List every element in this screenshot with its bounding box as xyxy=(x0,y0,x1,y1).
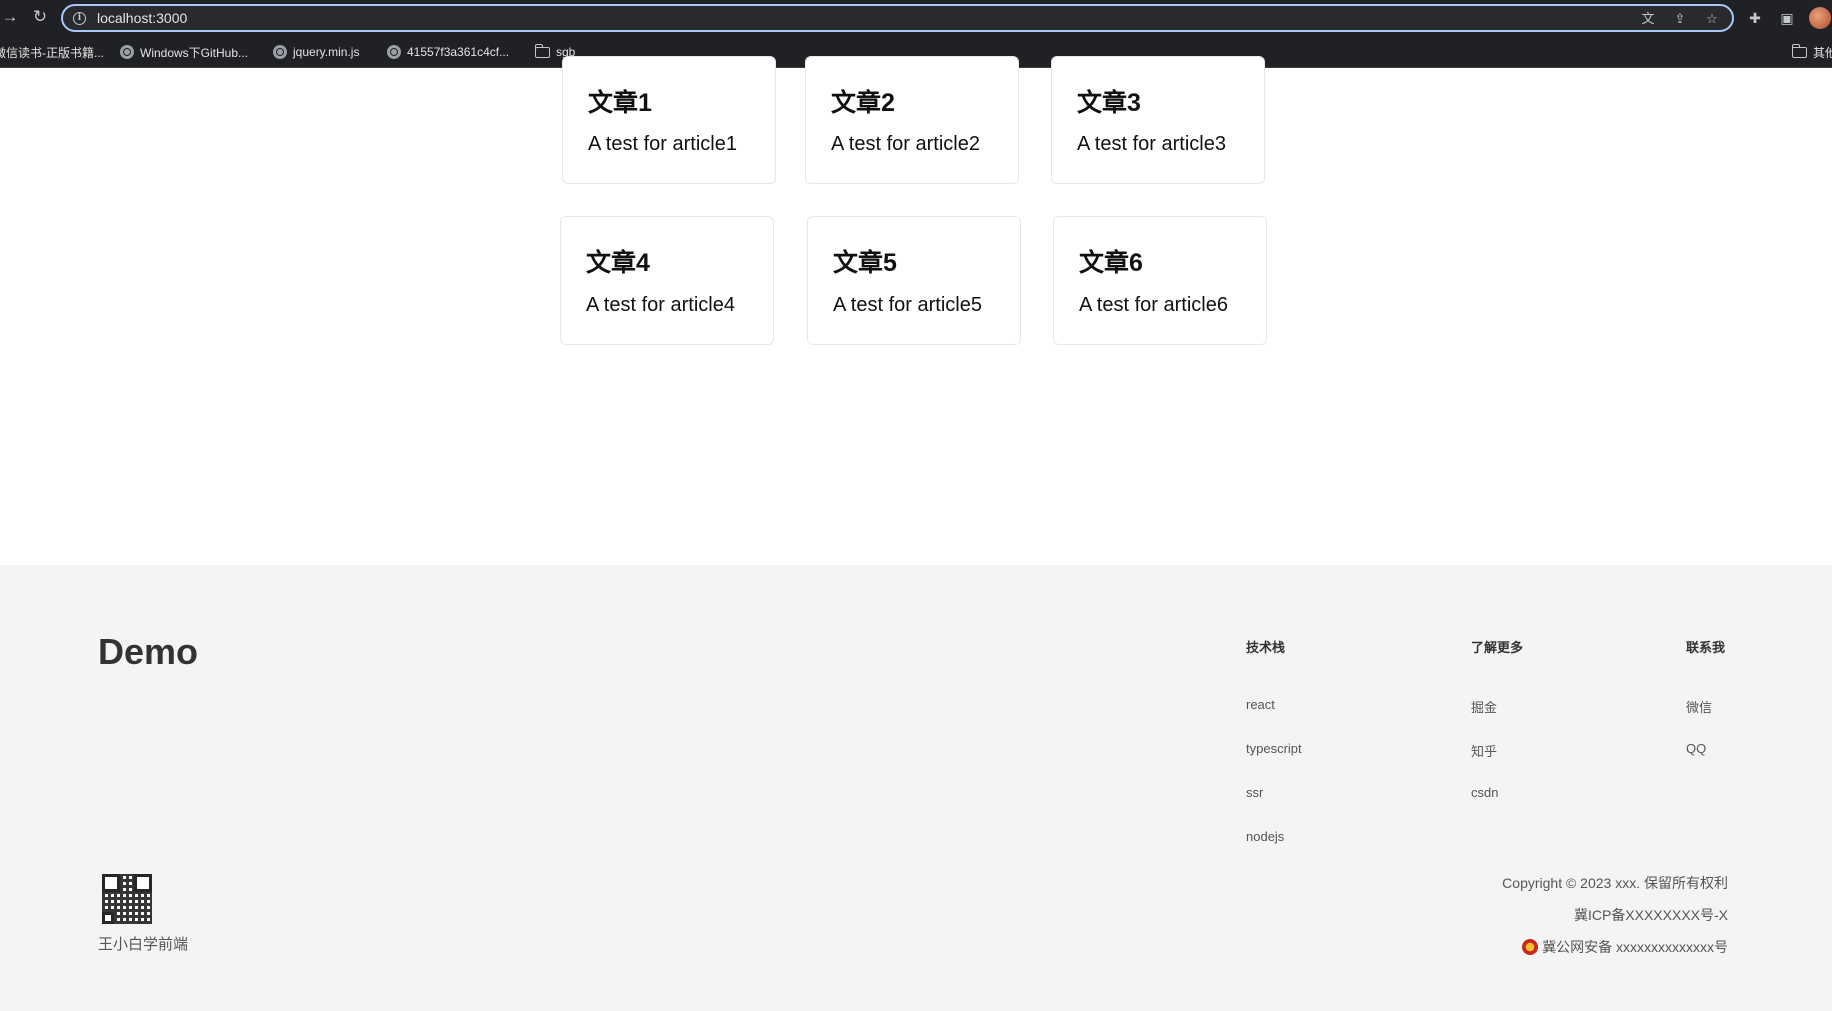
footer-link[interactable]: 掘金 xyxy=(1471,697,1497,716)
article-card[interactable]: 文章3 A test for article3 xyxy=(1051,56,1265,184)
footer-link[interactable]: 微信 xyxy=(1686,697,1712,716)
article-title: 文章1 xyxy=(588,89,652,117)
article-description: A test for article1 xyxy=(588,133,737,155)
article-card[interactable]: 文章5 A test for article5 xyxy=(807,216,1021,345)
qr-caption: 王小白学前端 xyxy=(98,936,189,953)
qr-code xyxy=(102,874,152,924)
extensions-icon[interactable]: ✚ xyxy=(1745,8,1765,28)
side-panel-icon[interactable]: ▣ xyxy=(1777,8,1797,28)
globe-icon xyxy=(273,45,287,59)
article-description: A test for article6 xyxy=(1079,294,1228,316)
bookmark-item[interactable]: jquery.min.js xyxy=(273,44,359,60)
article-card[interactable]: 文章1 A test for article1 xyxy=(562,56,776,184)
site-footer: Demo 技术栈 react typescript ssr nodejs 了解更… xyxy=(0,565,1832,1011)
footer-link[interactable]: react xyxy=(1246,697,1275,712)
footer-link[interactable]: 知乎 xyxy=(1471,741,1497,760)
article-card[interactable]: 文章2 A test for article2 xyxy=(805,56,1019,184)
article-title: 文章3 xyxy=(1077,89,1141,117)
bookmark-item[interactable]: 41557f3a361c4cf... xyxy=(387,44,509,60)
article-card[interactable]: 文章4 A test for article4 xyxy=(560,216,774,345)
forward-icon[interactable]: → xyxy=(0,7,20,27)
address-bar[interactable]: i localhost:3000 文 ⇪ ☆ xyxy=(61,4,1734,32)
globe-icon xyxy=(387,45,401,59)
footer-brand: Demo xyxy=(98,631,199,672)
translate-icon[interactable]: 文 xyxy=(1640,11,1656,27)
profile-avatar[interactable] xyxy=(1809,7,1831,29)
footer-link[interactable]: csdn xyxy=(1471,785,1498,800)
site-info-icon[interactable]: i xyxy=(73,12,86,25)
article-description: A test for article5 xyxy=(833,294,982,316)
footer-column-heading: 了解更多 xyxy=(1471,640,1524,655)
police-record-link[interactable]: 冀公网安备 xxxxxxxxxxxxxx号 xyxy=(1522,937,1728,957)
article-description: A test for article4 xyxy=(586,294,735,316)
footer-link[interactable]: nodejs xyxy=(1246,829,1284,844)
article-title: 文章5 xyxy=(833,249,897,277)
folder-icon xyxy=(535,43,550,58)
footer-link[interactable]: QQ xyxy=(1686,741,1706,756)
folder-icon xyxy=(1792,43,1807,58)
copyright-text: Copyright © 2023 xxx. 保留所有权利 xyxy=(1502,875,1728,891)
footer-link[interactable]: ssr xyxy=(1246,785,1263,800)
article-description: A test for article3 xyxy=(1077,133,1226,155)
footer-column-heading: 技术栈 xyxy=(1246,640,1286,655)
bookmark-item[interactable]: Windows下GitHub... xyxy=(120,44,248,60)
footer-column-heading: 联系我 xyxy=(1686,640,1726,655)
url-text: localhost:3000 xyxy=(97,10,188,26)
reload-icon[interactable]: ↻ xyxy=(30,7,50,27)
article-title: 文章4 xyxy=(586,249,650,277)
article-card[interactable]: 文章6 A test for article6 xyxy=(1053,216,1267,345)
police-emblem-icon xyxy=(1522,939,1539,955)
globe-icon xyxy=(120,45,134,59)
article-description: A test for article2 xyxy=(831,133,980,155)
browser-toolbar: → ↻ i localhost:3000 文 ⇪ ☆ ✚ ▣ xyxy=(0,0,1832,36)
footer-link[interactable]: typescript xyxy=(1246,741,1302,756)
icp-link[interactable]: 冀ICP备XXXXXXXX号-X xyxy=(1574,905,1728,925)
article-title: 文章2 xyxy=(831,89,895,117)
other-bookmarks-folder[interactable]: 其他 xyxy=(1792,43,1832,60)
bookmark-item[interactable]: 微信读书-正版书籍... xyxy=(0,44,104,60)
share-icon[interactable]: ⇪ xyxy=(1672,11,1688,27)
bookmark-star-icon[interactable]: ☆ xyxy=(1704,11,1720,27)
article-title: 文章6 xyxy=(1079,249,1143,277)
